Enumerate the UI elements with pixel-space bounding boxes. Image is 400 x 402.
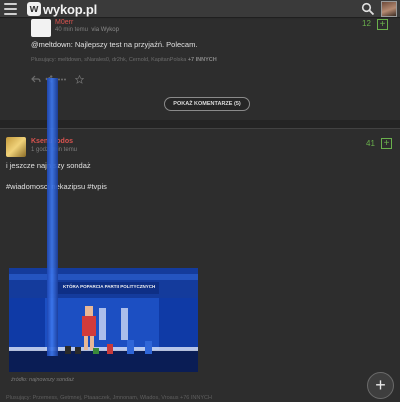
blue-vertical-bar <box>47 78 58 356</box>
entry-separator <box>0 120 400 128</box>
author-avatar[interactable] <box>6 137 26 157</box>
top-bar: w wykop.pl <box>0 0 400 18</box>
user-avatar[interactable] <box>381 1 397 17</box>
entry-time: 40 min temu <box>55 27 89 33</box>
plusers-names: Plusujący: meltdown, sNarales0, dr2hk, C… <box>31 57 187 63</box>
site-logo[interactable]: w wykop.pl <box>27 1 97 17</box>
entry-meta: 40 min temu via Wykop <box>55 27 119 33</box>
add-entry-button[interactable]: + <box>367 372 394 399</box>
vote-count: 12 <box>362 19 371 28</box>
embedded-image[interactable]: KTÓRA POPARCIA PARTII POLITYCZNYCH <box>9 268 198 372</box>
show-comments-button[interactable]: POKAŻ KOMENTARZE (5) <box>164 97 250 111</box>
logo-text: wykop.pl <box>43 1 98 17</box>
plus-button[interactable]: + <box>377 19 388 30</box>
entry-card: Ksenu lodos 1 godz. min temu 41 + i jesz… <box>0 128 400 402</box>
star-icon[interactable] <box>75 74 84 84</box>
plusers-more-link[interactable]: +7 INNYCH <box>188 57 217 63</box>
more-icon[interactable] <box>57 75 71 84</box>
plusers-list: Plusujący: meltdown, sNarales0, dr2hk, C… <box>31 57 217 63</box>
reply-icon[interactable] <box>31 75 41 84</box>
logo-badge: w <box>27 2 41 16</box>
entry-via: via Wykop <box>91 27 119 33</box>
plusers-list: Plusujący: Przemess, Getmnej, Ptaaaczek,… <box>6 395 212 401</box>
entry-text: @meltdown: Najlepszy test na przyjaźń. P… <box>31 40 197 49</box>
author-avatar[interactable] <box>31 19 51 37</box>
image-title: KTÓRA POPARCIA PARTII POLITYCZNYCH <box>63 284 156 289</box>
image-caption: źródło: najnowszy sondaż <box>11 377 74 383</box>
hamburger-icon[interactable] <box>4 3 17 15</box>
search-icon[interactable] <box>361 2 375 16</box>
vote-count: 41 <box>366 139 375 148</box>
plus-button[interactable]: + <box>381 138 392 149</box>
entry-body: Najlepszy test na przyjaźń. Polecam. <box>72 40 198 49</box>
mention-link[interactable]: @meltdown: <box>31 40 73 49</box>
entry-card: M0err 40 min temu via Wykop 12 + @meltdo… <box>0 19 400 120</box>
author-name[interactable]: M0err <box>55 19 73 26</box>
